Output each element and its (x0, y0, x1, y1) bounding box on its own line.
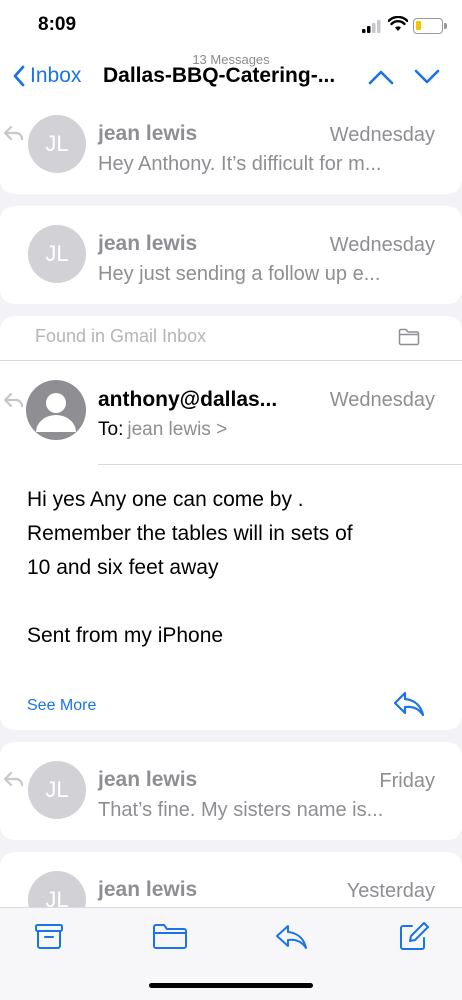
chevron-left-icon (13, 65, 25, 87)
person-icon (36, 393, 76, 432)
sender-name: jean lewis (98, 878, 198, 901)
sender-name: jean lewis (98, 232, 198, 255)
found-in-label: Found in Gmail Inbox (35, 326, 207, 346)
folder-icon[interactable] (398, 328, 420, 346)
message-date: Yesterday (346, 880, 435, 902)
avatar: JL (28, 761, 86, 819)
avatar (26, 380, 86, 440)
archive-icon[interactable] (34, 922, 64, 950)
back-button[interactable]: Inbox (12, 64, 81, 88)
thread-title: Dallas-BBQ-Catering-... (103, 64, 336, 87)
navigation-bar: 13 Messages Inbox Dallas-BBQ-Catering-..… (0, 52, 462, 102)
folder-icon[interactable] (152, 922, 188, 950)
sender-address[interactable]: anthony@dallas... (98, 388, 306, 412)
compose-icon[interactable] (398, 922, 430, 952)
message-card[interactable]: JL jean lewis Wednesday Hey Anthony. It’… (0, 96, 462, 194)
message-card[interactable]: JL jean lewis Friday That’s fine. My sis… (0, 742, 462, 840)
message-date: Wednesday (329, 234, 435, 256)
replied-icon (4, 126, 24, 140)
reply-icon[interactable] (392, 690, 426, 718)
message-date: Friday (379, 770, 435, 792)
back-label: Inbox (30, 64, 82, 87)
battery-icon (413, 18, 447, 34)
replied-icon (4, 393, 24, 407)
reply-icon[interactable] (274, 922, 310, 952)
message-date: Wednesday (329, 389, 435, 411)
message-preview: Hey just sending a follow up e... (98, 263, 381, 285)
body-line: Hi yes Any one can come by . (27, 488, 304, 511)
sender-name: jean lewis (98, 122, 198, 145)
avatar: JL (28, 225, 86, 283)
recipient-line[interactable]: To: jean lewis > (98, 419, 227, 441)
see-more-link[interactable]: See More (27, 697, 96, 715)
message-card[interactable]: JL jean lewis Wednesday Hey just sending… (0, 206, 462, 304)
chevron-up-icon[interactable] (368, 68, 394, 86)
cellular-signal-icon (362, 20, 381, 33)
home-indicator (149, 983, 313, 988)
message-body: Hi yes Any one can come by . Remember th… (27, 483, 447, 653)
sender-name: jean lewis (98, 768, 198, 791)
status-time: 8:09 (38, 14, 77, 35)
message-date: Wednesday (329, 124, 435, 146)
recipient-name: jean lewis > (127, 419, 228, 440)
body-line: Sent from my iPhone (27, 624, 224, 647)
wifi-icon (388, 16, 408, 31)
replied-icon (4, 772, 24, 786)
status-bar: 8:09 (0, 0, 462, 52)
body-line (27, 585, 447, 619)
divider (0, 360, 462, 361)
chevron-down-icon[interactable] (414, 68, 440, 86)
to-label: To: (98, 419, 124, 440)
message-preview: That’s fine. My sisters name is... (98, 799, 384, 821)
divider (98, 464, 462, 465)
body-line: Remember the tables will in sets of (27, 522, 353, 545)
message-preview: Hey Anthony. It’s difficult for m... (98, 153, 382, 175)
body-line: 10 and six feet away (27, 556, 219, 579)
avatar: JL (28, 115, 86, 173)
